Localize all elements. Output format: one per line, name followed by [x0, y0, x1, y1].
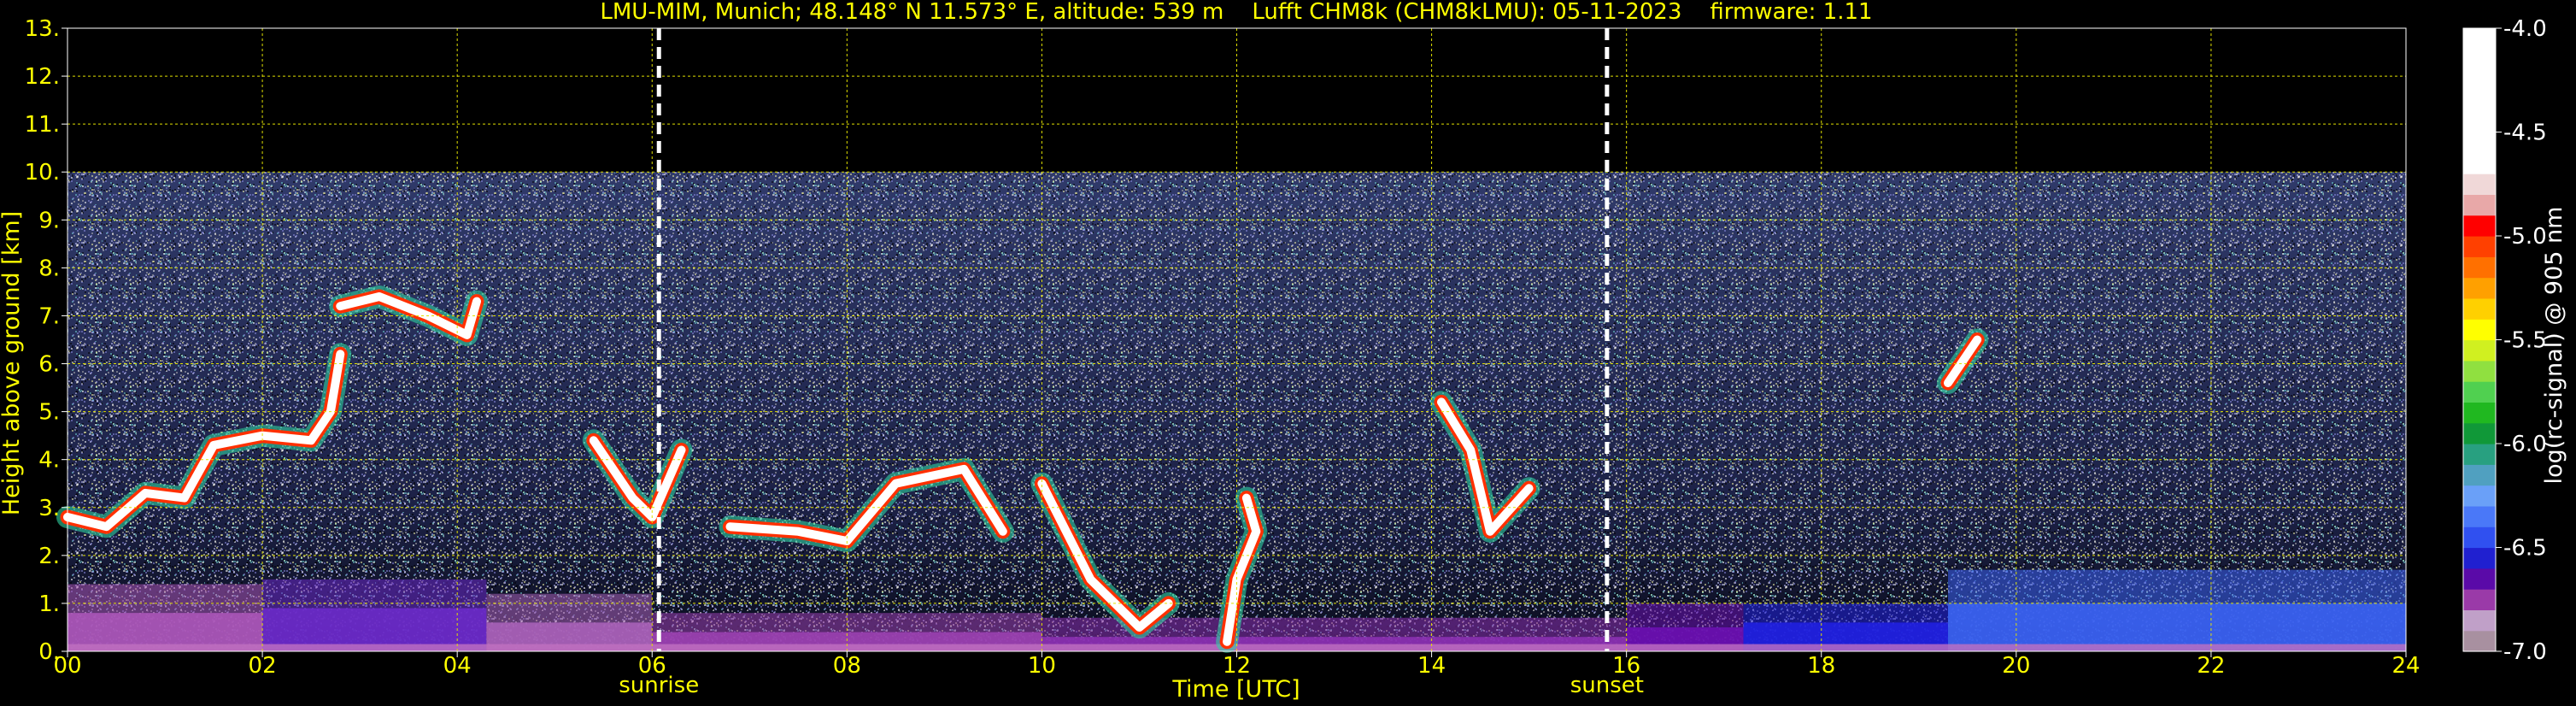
x-tick-label: 22 [2197, 653, 2225, 679]
y-tick-label: 5. [38, 400, 60, 426]
colorbar-cell [2463, 297, 2496, 320]
x-tick-label: 18 [1807, 653, 1835, 679]
chart-title: LMU-MIM, Munich; 48.148° N 11.573° E, al… [600, 0, 1872, 25]
x-tick-label: 12 [1223, 653, 1251, 679]
colorbar-tick-label: -7.0 [2503, 639, 2547, 665]
colorbar-cell [2463, 527, 2496, 549]
x-tick-label: 02 [249, 653, 277, 679]
x-tick-label: 20 [2002, 653, 2030, 679]
y-tick-label: 12. [25, 64, 60, 90]
colorbar-cell [2463, 485, 2496, 507]
colorbar-cell [2463, 90, 2496, 112]
colorbar-cell [2463, 568, 2496, 590]
x-tick-label: 16 [1612, 653, 1640, 679]
colorbar-cell [2463, 505, 2496, 527]
colorbar-cell [2463, 215, 2496, 237]
x-tick-label: 14 [1417, 653, 1446, 679]
colorbar-tick-label: -4.0 [2503, 16, 2547, 42]
colorbar-cell [2463, 360, 2496, 382]
colorbar-cell [2463, 152, 2496, 174]
colorbar-tick-label: -6.5 [2503, 536, 2547, 562]
colorbar-label: log(rc-signal) @ 905 nm [2541, 207, 2567, 485]
colorbar-cell [2463, 339, 2496, 362]
colorbar-cells [2463, 28, 2496, 652]
colorbar-cell [2463, 547, 2496, 569]
x-axis-label: Time [UTC] [1171, 676, 1300, 703]
colorbar-cell [2463, 444, 2496, 465]
colorbar-cell [2463, 132, 2496, 154]
colorbar-cell [2463, 609, 2496, 632]
y-tick-label: 13. [25, 16, 60, 42]
y-tick-label: 8. [38, 256, 60, 281]
y-tick-label: 11. [25, 112, 60, 138]
y-tick-label: 0. [38, 639, 60, 665]
y-tick-label: 3. [38, 496, 60, 521]
colorbar-cell [2463, 319, 2496, 341]
colorbar-cell [2463, 236, 2496, 257]
colorbar-cell [2463, 256, 2496, 279]
colorbar-cell [2463, 28, 2496, 50]
y-tick-label: 2. [38, 544, 60, 569]
colorbar-cell [2463, 194, 2496, 216]
colorbar-cell [2463, 464, 2496, 486]
colorbar-cell [2463, 69, 2496, 91]
x-tick-label: 10 [1028, 653, 1056, 679]
colorbar-cell [2463, 589, 2496, 610]
ceilometer-chart: sunrise sunset 00 02 04 06 08 10 12 14 16 18 20 22 24… [0, 0, 2576, 706]
y-axis-label: Height above ground [km] [0, 211, 25, 515]
colorbar-cell [2463, 174, 2496, 195]
y-tick-label: 10. [25, 160, 60, 185]
colorbar-cell [2463, 49, 2496, 71]
x-tick-label: 08 [833, 653, 861, 679]
y-tick-label: 9. [38, 208, 60, 233]
x-tick-label: 04 [443, 653, 472, 679]
y-tick-label: 1. [38, 591, 60, 617]
x-tick-label: 24 [2391, 653, 2420, 679]
colorbar-cell [2463, 422, 2496, 444]
colorbar-cell [2463, 630, 2496, 652]
colorbar-cell [2463, 381, 2496, 403]
y-tick-label: 6. [38, 352, 60, 378]
y-tick-label: 7. [38, 303, 60, 329]
y-tick-label: 4. [38, 448, 60, 474]
x-tick-label: 06 [638, 653, 666, 679]
colorbar-cell [2463, 277, 2496, 299]
colorbar-tick-label: -4.5 [2503, 121, 2547, 146]
colorbar-cell [2463, 402, 2496, 424]
colorbar-cell [2463, 111, 2496, 133]
